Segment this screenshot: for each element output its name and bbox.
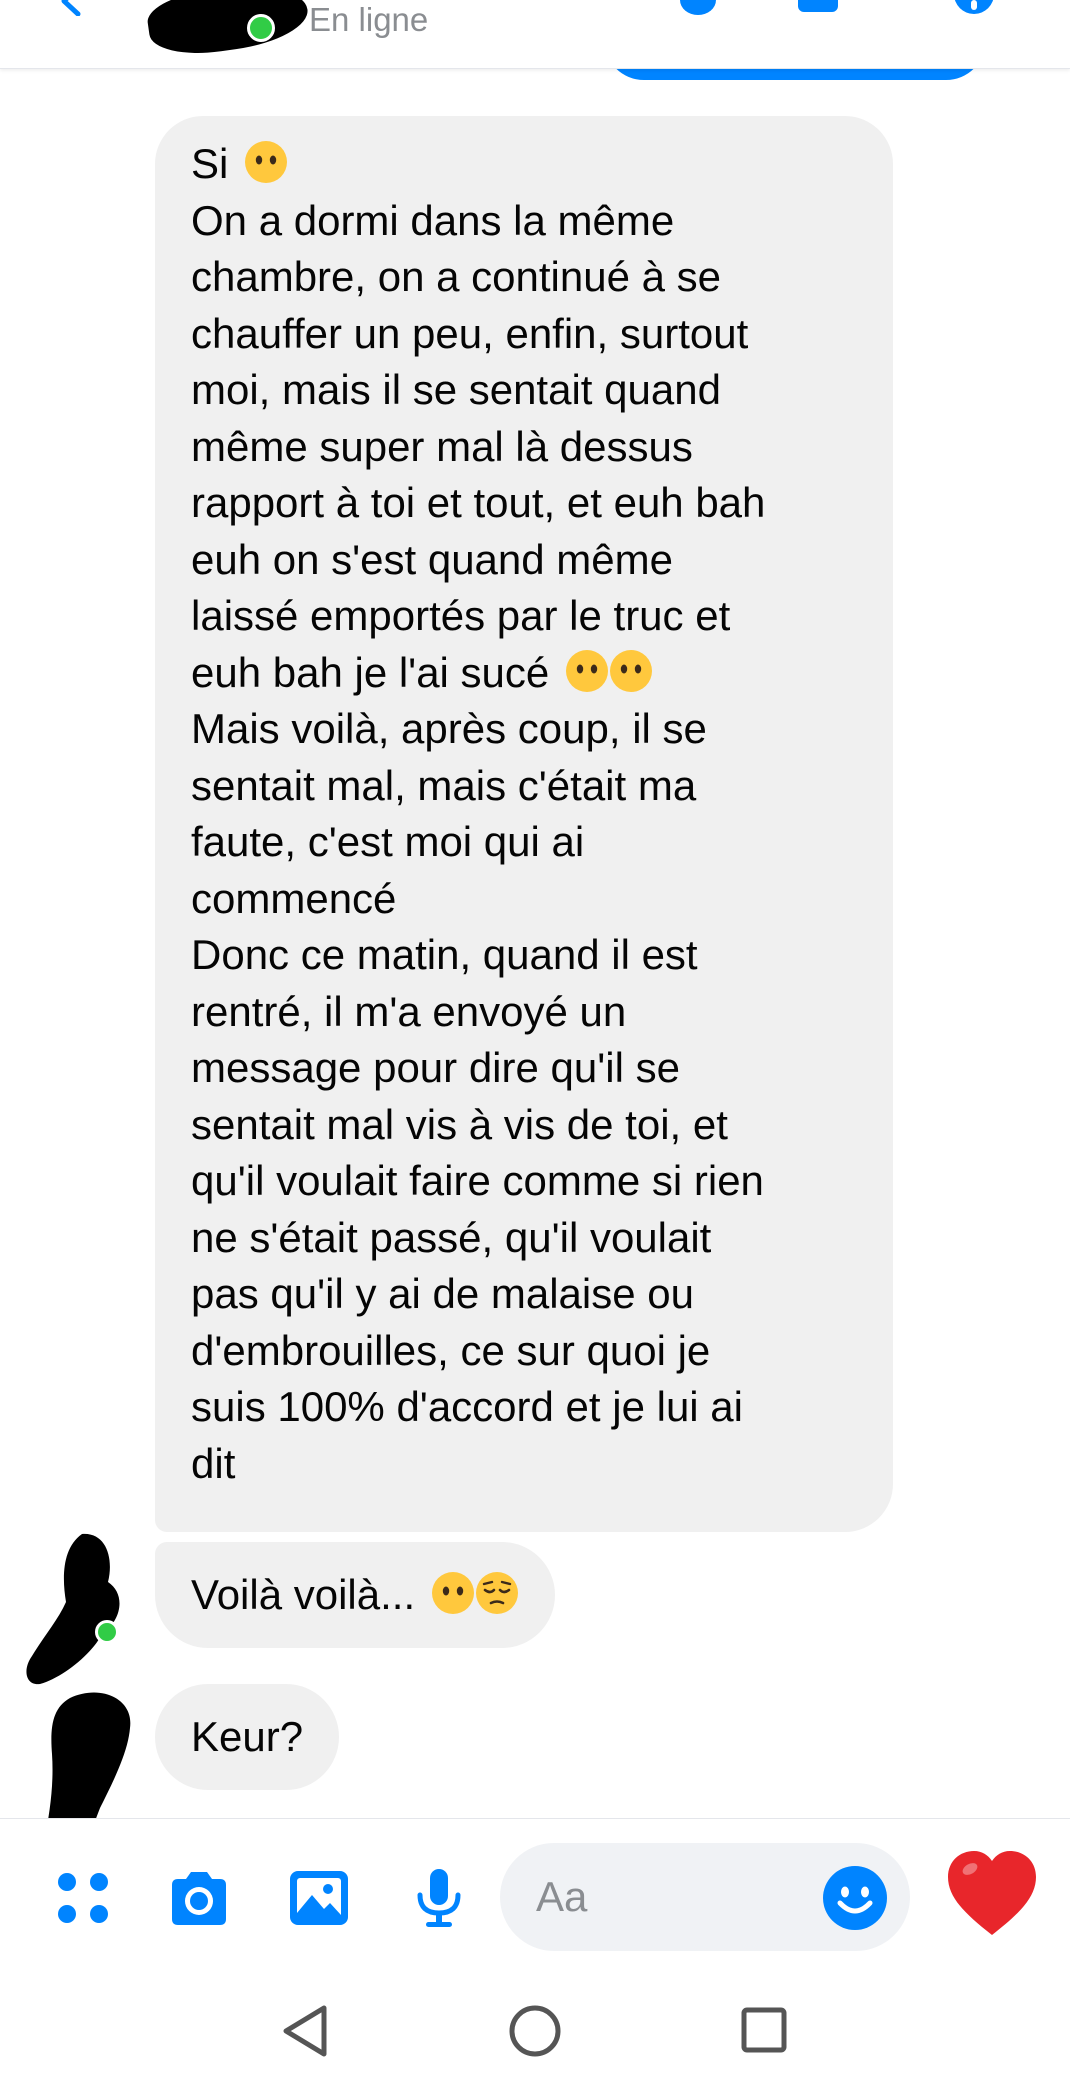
message-text: Keur?: [191, 1713, 304, 1760]
message-text: Si: [191, 140, 229, 187]
home-circle-icon[interactable]: [508, 2004, 562, 2058]
message-line: même super mal là dessus: [191, 422, 693, 470]
message-line: sentait mal vis à vis de toi, et: [191, 1100, 728, 1148]
message-line: euh bah je l'ai sucé: [191, 645, 873, 702]
online-status-dot: [247, 14, 275, 42]
message-line: On a dormi dans la même: [191, 196, 675, 244]
contact-avatar[interactable]: [144, 0, 312, 61]
neutral-face-no-mouth-icon: [609, 649, 652, 692]
message-line: faute, c'est moi qui ai: [191, 818, 585, 865]
message-line: suis 100% d'accord et je lui ai: [191, 1383, 743, 1430]
sender-avatar[interactable]: [22, 1528, 126, 1688]
message-line: rentré, il m'a envoyé un: [191, 987, 627, 1035]
message-composer: [0, 1818, 1070, 1971]
info-icon[interactable]: [952, 0, 996, 16]
neutral-face-no-mouth-icon: [565, 649, 608, 692]
message-line: pas qu'il y ai de malaise ou: [191, 1270, 694, 1317]
back-arrow-icon[interactable]: [56, 0, 86, 16]
incoming-message-bubble[interactable]: Voilà voilà...: [155, 1542, 555, 1648]
message-line: moi, mais il se sentait quand: [191, 366, 721, 413]
incoming-message-bubble[interactable]: Si On a dormi dans la même chambre, on a…: [155, 116, 893, 1532]
neutral-face-no-mouth-icon: [431, 1572, 474, 1614]
message-line: qu'il voulait faire comme si rien: [191, 1157, 764, 1204]
microphone-icon[interactable]: [406, 1867, 472, 1929]
message-line: dit: [191, 1439, 236, 1487]
phone-icon[interactable]: [676, 0, 720, 16]
apps-icon[interactable]: [50, 1867, 116, 1929]
message-line: laissé emportés par le truc et: [191, 592, 731, 639]
message-line: chauffer un peu, enfin, surtout: [191, 309, 749, 357]
heart-icon[interactable]: [944, 1849, 1040, 1939]
video-camera-icon[interactable]: [796, 0, 840, 16]
message-line: euh on s'est quand même: [191, 535, 673, 583]
message-line: commencé: [191, 874, 397, 922]
message-line: sentait mal, mais c'était ma: [191, 761, 697, 809]
system-navigation-bar: [0, 1970, 1070, 2090]
recent-square-icon[interactable]: [740, 2006, 788, 2054]
conversation-header: En ligne: [0, 0, 1070, 69]
message-line: ne s'était passé, qu'il voulait: [191, 1213, 712, 1261]
message-line: chambre, on a continué à se: [191, 253, 722, 300]
camera-icon[interactable]: [166, 1867, 232, 1929]
back-triangle-icon[interactable]: [280, 2004, 330, 2058]
online-status-dot: [95, 1620, 119, 1644]
gallery-icon[interactable]: [286, 1867, 352, 1929]
incoming-message-bubble[interactable]: Keur?: [155, 1684, 340, 1790]
message-line: Donc ce matin, quand il est: [191, 931, 698, 978]
message-line: message pour dire qu'il se: [191, 1044, 680, 1091]
neutral-face-no-mouth-icon: [245, 141, 288, 183]
message-line: Si: [191, 136, 873, 193]
message-text: euh bah je l'ai sucé: [191, 648, 550, 696]
message-line: rapport à toi et tout, et euh bah: [191, 479, 766, 526]
message-text: Voilà voilà...: [191, 1571, 416, 1618]
contact-status: En ligne: [309, 1, 429, 38]
pensive-face-icon: [475, 1572, 518, 1614]
message-line: d'embrouilles, ce sur quoi je: [191, 1326, 711, 1374]
message-line: Mais voilà, après coup, il se: [191, 705, 707, 752]
emoji-icon[interactable]: [822, 1865, 888, 1931]
